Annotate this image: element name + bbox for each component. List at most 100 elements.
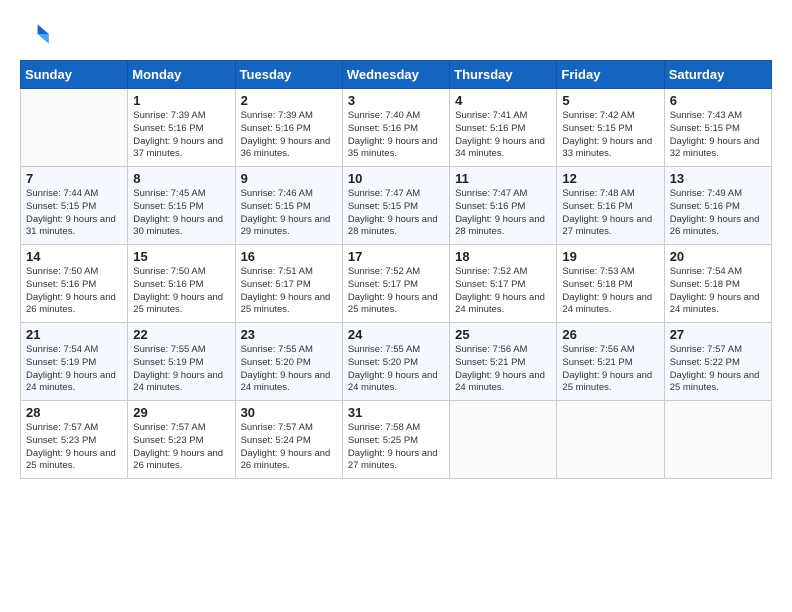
day-number: 3 <box>348 93 444 108</box>
day-info: Sunrise: 7:47 AMSunset: 5:16 PMDaylight:… <box>455 188 551 239</box>
header <box>20 18 772 50</box>
day-number: 20 <box>670 249 766 264</box>
cal-cell: 27Sunrise: 7:57 AMSunset: 5:22 PMDayligh… <box>664 323 771 401</box>
cal-cell: 18 Sunrise: 7:52 AMSunset: 5:17 PMDayligh… <box>450 245 557 323</box>
day-number: 14 <box>26 249 122 264</box>
day-number: 12 <box>562 171 658 186</box>
day-info: Sunrise: 7:53 AMSunset: 5:18 PMDaylight:… <box>562 266 658 317</box>
day-info: Sunrise: 7:39 AMSunset: 5:16 PMDaylight:… <box>241 110 337 161</box>
day-number: 15 <box>133 249 229 264</box>
cal-cell: 21Sunrise: 7:54 AMSunset: 5:19 PMDayligh… <box>21 323 128 401</box>
header-row: SundayMondayTuesdayWednesdayThursdayFrid… <box>21 61 772 89</box>
day-number: 8 <box>133 171 229 186</box>
day-info: Sunrise: 7:57 AMSunset: 5:23 PMDaylight:… <box>26 422 122 473</box>
day-number: 30 <box>241 405 337 420</box>
cal-cell: 22 Sunrise: 7:55 AMSunset: 5:19 PMDayligh… <box>128 323 235 401</box>
day-info: Sunrise: 7:52 AMSunset: 5:17 PMDaylight:… <box>348 266 444 317</box>
day-info: Sunrise: 7:50 AMSunset: 5:16 PMDaylight:… <box>133 266 229 317</box>
day-number: 24 <box>348 327 444 342</box>
day-number: 28 <box>26 405 122 420</box>
cal-cell: 11 Sunrise: 7:47 AMSunset: 5:16 PMDayligh… <box>450 167 557 245</box>
header-tuesday: Tuesday <box>235 61 342 89</box>
day-number: 18 <box>455 249 551 264</box>
day-number: 31 <box>348 405 444 420</box>
day-info: Sunrise: 7:42 AMSunset: 5:15 PMDaylight:… <box>562 110 658 161</box>
day-number: 10 <box>348 171 444 186</box>
cal-cell: 8 Sunrise: 7:45 AMSunset: 5:15 PMDaylight… <box>128 167 235 245</box>
cal-cell: 10 Sunrise: 7:47 AMSunset: 5:15 PMDayligh… <box>342 167 449 245</box>
week-row-5: 28 Sunrise: 7:57 AMSunset: 5:23 PMDayligh… <box>21 401 772 479</box>
day-number: 17 <box>348 249 444 264</box>
cal-cell: 1Sunrise: 7:39 AMSunset: 5:16 PMDaylight… <box>128 89 235 167</box>
cal-cell <box>664 401 771 479</box>
day-info: Sunrise: 7:56 AMSunset: 5:21 PMDaylight:… <box>562 344 658 395</box>
cal-cell: 2 Sunrise: 7:39 AMSunset: 5:16 PMDaylight… <box>235 89 342 167</box>
day-number: 11 <box>455 171 551 186</box>
cal-cell: 26 Sunrise: 7:56 AMSunset: 5:21 PMDayligh… <box>557 323 664 401</box>
day-number: 5 <box>562 93 658 108</box>
page: SundayMondayTuesdayWednesdayThursdayFrid… <box>0 0 792 612</box>
day-number: 1 <box>133 93 229 108</box>
cal-cell: 9Sunrise: 7:46 AMSunset: 5:15 PMDaylight… <box>235 167 342 245</box>
day-info: Sunrise: 7:47 AMSunset: 5:15 PMDaylight:… <box>348 188 444 239</box>
cal-cell: 20 Sunrise: 7:54 AMSunset: 5:18 PMDayligh… <box>664 245 771 323</box>
day-info: Sunrise: 7:44 AMSunset: 5:15 PMDaylight:… <box>26 188 122 239</box>
cal-cell: 4 Sunrise: 7:41 AMSunset: 5:16 PMDaylight… <box>450 89 557 167</box>
cal-cell: 28 Sunrise: 7:57 AMSunset: 5:23 PMDayligh… <box>21 401 128 479</box>
header-sunday: Sunday <box>21 61 128 89</box>
cal-cell: 17 Sunrise: 7:52 AMSunset: 5:17 PMDayligh… <box>342 245 449 323</box>
day-info: Sunrise: 7:41 AMSunset: 5:16 PMDaylight:… <box>455 110 551 161</box>
day-info: Sunrise: 7:51 AMSunset: 5:17 PMDaylight:… <box>241 266 337 317</box>
cal-cell: 5 Sunrise: 7:42 AMSunset: 5:15 PMDaylight… <box>557 89 664 167</box>
cal-cell: 25 Sunrise: 7:56 AMSunset: 5:21 PMDayligh… <box>450 323 557 401</box>
day-info: Sunrise: 7:48 AMSunset: 5:16 PMDaylight:… <box>562 188 658 239</box>
day-number: 2 <box>241 93 337 108</box>
day-number: 29 <box>133 405 229 420</box>
day-number: 6 <box>670 93 766 108</box>
cal-cell: 13Sunrise: 7:49 AMSunset: 5:16 PMDayligh… <box>664 167 771 245</box>
week-row-3: 14 Sunrise: 7:50 AMSunset: 5:16 PMDayligh… <box>21 245 772 323</box>
day-number: 25 <box>455 327 551 342</box>
day-number: 22 <box>133 327 229 342</box>
cal-cell <box>557 401 664 479</box>
cal-cell: 31 Sunrise: 7:58 AMSunset: 5:25 PMDayligh… <box>342 401 449 479</box>
header-wednesday: Wednesday <box>342 61 449 89</box>
cal-cell: 15 Sunrise: 7:50 AMSunset: 5:16 PMDayligh… <box>128 245 235 323</box>
header-monday: Monday <box>128 61 235 89</box>
day-number: 13 <box>670 171 766 186</box>
logo <box>20 18 56 50</box>
header-friday: Friday <box>557 61 664 89</box>
cal-cell: 12 Sunrise: 7:48 AMSunset: 5:16 PMDayligh… <box>557 167 664 245</box>
cal-cell: 16 Sunrise: 7:51 AMSunset: 5:17 PMDayligh… <box>235 245 342 323</box>
calendar-table: SundayMondayTuesdayWednesdayThursdayFrid… <box>20 60 772 479</box>
day-number: 26 <box>562 327 658 342</box>
cal-cell: 23Sunrise: 7:55 AMSunset: 5:20 PMDayligh… <box>235 323 342 401</box>
cal-cell <box>450 401 557 479</box>
cal-cell <box>21 89 128 167</box>
day-info: Sunrise: 7:58 AMSunset: 5:25 PMDaylight:… <box>348 422 444 473</box>
week-row-4: 21Sunrise: 7:54 AMSunset: 5:19 PMDayligh… <box>21 323 772 401</box>
day-number: 23 <box>241 327 337 342</box>
day-number: 27 <box>670 327 766 342</box>
cal-cell: 29 Sunrise: 7:57 AMSunset: 5:23 PMDayligh… <box>128 401 235 479</box>
day-number: 19 <box>562 249 658 264</box>
day-info: Sunrise: 7:57 AMSunset: 5:23 PMDaylight:… <box>133 422 229 473</box>
cal-cell: 24Sunrise: 7:55 AMSunset: 5:20 PMDayligh… <box>342 323 449 401</box>
day-info: Sunrise: 7:52 AMSunset: 5:17 PMDaylight:… <box>455 266 551 317</box>
day-info: Sunrise: 7:55 AMSunset: 5:19 PMDaylight:… <box>133 344 229 395</box>
day-info: Sunrise: 7:56 AMSunset: 5:21 PMDaylight:… <box>455 344 551 395</box>
day-number: 4 <box>455 93 551 108</box>
cal-cell: 7Sunrise: 7:44 AMSunset: 5:15 PMDaylight… <box>21 167 128 245</box>
cal-cell: 14Sunrise: 7:50 AMSunset: 5:16 PMDayligh… <box>21 245 128 323</box>
day-info: Sunrise: 7:54 AMSunset: 5:18 PMDaylight:… <box>670 266 766 317</box>
header-thursday: Thursday <box>450 61 557 89</box>
day-number: 16 <box>241 249 337 264</box>
logo-icon <box>20 18 52 50</box>
day-info: Sunrise: 7:54 AMSunset: 5:19 PMDaylight:… <box>26 344 122 395</box>
cal-cell: 6Sunrise: 7:43 AMSunset: 5:15 PMDaylight… <box>664 89 771 167</box>
week-row-2: 7Sunrise: 7:44 AMSunset: 5:15 PMDaylight… <box>21 167 772 245</box>
week-row-1: 1 Sunrise: 7:39 AMSunset: 5:16 PMDaylight… <box>21 89 772 167</box>
day-info: Sunrise: 7:45 AMSunset: 5:15 PMDaylight:… <box>133 188 229 239</box>
day-info: Sunrise: 7:46 AMSunset: 5:15 PMDaylight:… <box>241 188 337 239</box>
cal-cell: 19 Sunrise: 7:53 AMSunset: 5:18 PMDayligh… <box>557 245 664 323</box>
